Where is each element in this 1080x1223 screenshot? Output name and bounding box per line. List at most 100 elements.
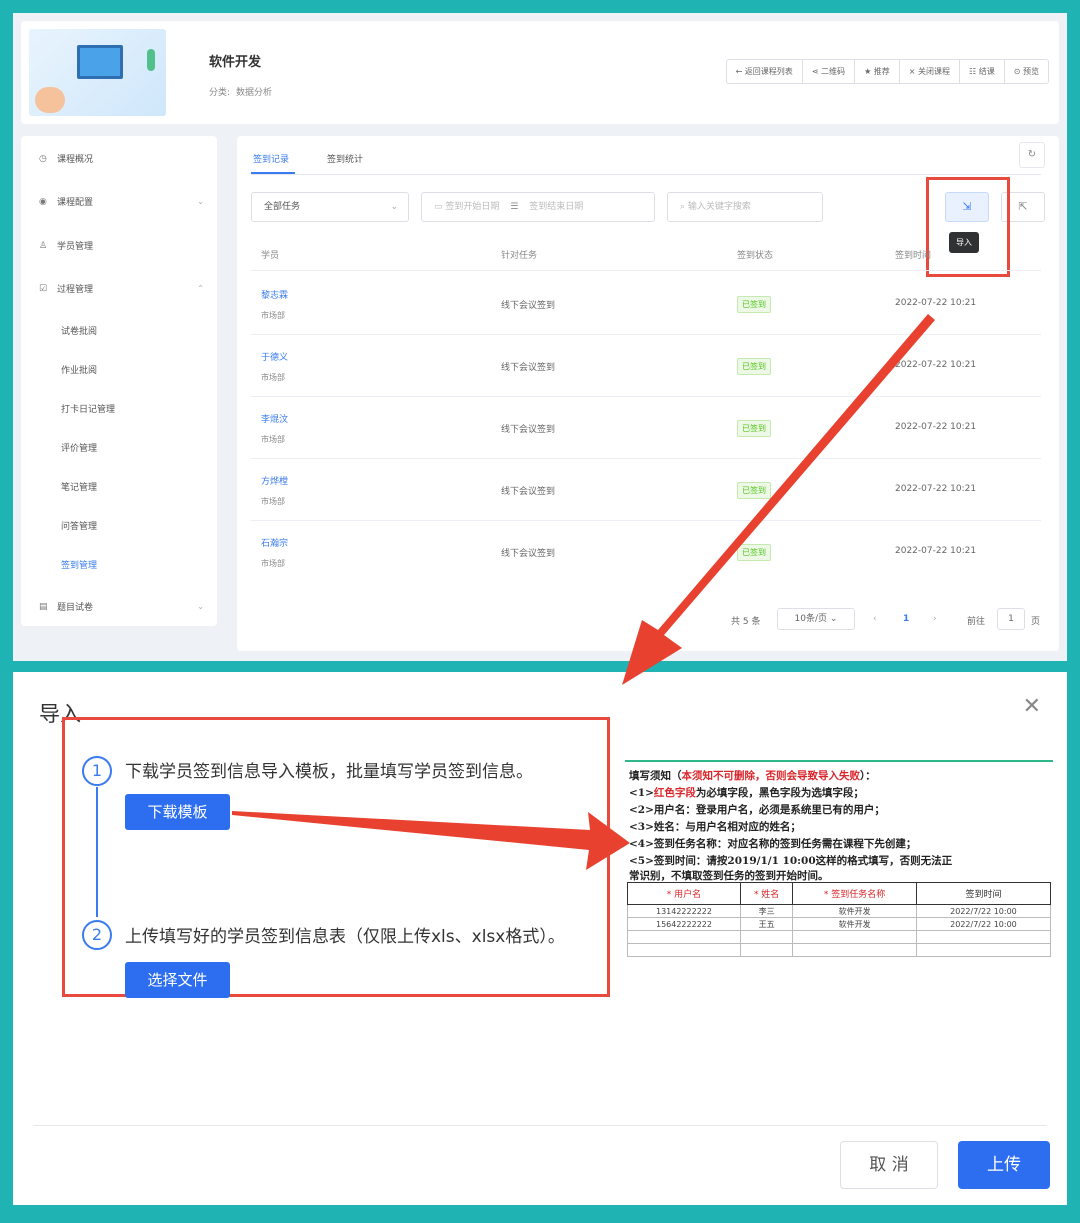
template-cell: 软件开发 [792,904,917,918]
recommend-button[interactable]: ★ 推荐 [854,60,899,83]
tab-checkin-stats[interactable]: 签到统计 [327,152,363,165]
goto-label: 前往 [967,617,986,627]
sidebar-item-label: 课程概况 [57,155,94,165]
sidebar-sub-exam-review[interactable]: 试卷批阅 [61,324,97,337]
template-row [627,943,1052,957]
category-label: 分类: [209,88,231,98]
notice-warning: 本须知不可删除，否则会导致导入失败 [681,770,861,782]
template-header: * 姓名 [739,882,794,905]
time-cell: 2022-07-22 10:21 [895,484,977,494]
template-rule-4: <4>签到任务名称：对应名称的签到任务需在课程下先创建； [629,838,917,850]
sidebar-item-students[interactable]: ♙ 学员管理 [39,239,204,253]
sidebar-item-overview[interactable]: ◷ 课程概况 [39,152,204,166]
task-cell: 线下会议签到 [501,425,556,435]
sidebar-item-label: 学员管理 [57,242,94,252]
upload-button[interactable]: 上传 [958,1141,1050,1189]
template-row: 15642222222 王五 软件开发 2022/7/22 10:00 [627,917,1052,931]
tab-checkin-records[interactable]: 签到记录 [253,152,289,165]
status-badge: 已签到 [737,296,771,313]
page-size-select[interactable]: 10条/页 ⌄ [777,608,855,630]
step-2-text: 上传填写好的学员签到信息表（仅限上传xls、xlsx格式）。 [125,927,565,947]
student-name-link[interactable]: 于德义 [261,350,288,363]
task-cell: 线下会议签到 [501,487,556,497]
student-name-link[interactable]: 黎志霖 [261,288,288,301]
step-connector [96,787,98,917]
page-suffix: 页 [1031,617,1041,627]
current-page[interactable]: 1 [903,614,909,624]
qrcode-button[interactable]: ⋖ 二维码 [801,60,854,83]
tab-divider [251,174,1041,175]
export-icon: ⇱ [1018,200,1028,213]
checkin-panel: 签到记录 签到统计 ↻ 全部任务 ⌄ ▭ 签到开始日期 ☰ 签到结束日期 ⌕ 输… [237,136,1059,651]
column-header-student: 学员 [261,251,280,261]
chevron-down-icon: ⌄ [390,202,398,212]
row-divider [251,396,1041,397]
column-header-status: 签到状态 [737,251,774,261]
next-page-icon[interactable]: › [933,614,937,624]
search-input[interactable]: ⌕ 输入关键字搜索 [667,192,823,222]
template-notice: 填写须知（本须知不可删除，否则会导致导入失败）： [629,768,876,783]
prev-page-icon[interactable]: ‹ [873,614,877,624]
course-action-bar: ← 返回课程列表 ⋖ 二维码 ★ 推荐 × 关闭课程 ☷ 结课 ⊙ 预览 [725,59,1049,84]
import-dialog: 导入 ✕ 1 下载学员签到信息导入模板，批量填写学员签到信息。 下载模板 2 上… [13,672,1067,1205]
preview-button[interactable]: ⊙ 预览 [1003,60,1048,83]
close-icon[interactable]: ✕ [1023,694,1041,719]
student-name-link[interactable]: 方烨樘 [261,474,288,487]
sidebar-item-config[interactable]: ◉ 课程配置 ⌄ [39,195,204,209]
student-name-link[interactable]: 李焜汶 [261,412,288,425]
template-cell: 2022/7/22 10:00 [915,917,1052,931]
sidebar: ◷ 课程概况 ◉ 课程配置 ⌄ ♙ 学员管理 ☑ 过程管理 ⌃ 试卷批阅 作业批… [21,136,217,626]
column-header-time: 签到时间 [895,251,932,261]
download-template-button[interactable]: 下载模板 [125,794,230,830]
date-start-placeholder: 签到开始日期 [445,202,500,212]
template-header: 签到时间 [915,882,1052,905]
clock-icon: ◷ [39,153,47,164]
table-divider [251,270,1041,271]
goto-page-input[interactable]: 1 [997,608,1025,630]
close-course-button[interactable]: × 关闭课程 [898,60,959,83]
sidebar-sub-notes[interactable]: 笔记管理 [61,480,97,493]
sidebar-sub-evaluation[interactable]: 评价管理 [61,441,97,454]
import-highlight-box [926,177,1010,277]
finish-course-button[interactable]: ☷ 结课 [959,60,1004,83]
column-header-task: 针对任务 [501,251,538,261]
date-range-picker[interactable]: ▭ 签到开始日期 ☰ 签到结束日期 [421,192,655,222]
template-row [627,930,1052,944]
template-row: 13142222222 李三 软件开发 2022/7/22 10:00 [627,904,1052,918]
sidebar-item-questions[interactable]: ▤ 题目试卷 ⌄ [39,600,204,614]
search-placeholder: 输入关键字搜索 [687,202,751,212]
status-badge: 已签到 [737,544,771,561]
select-file-button[interactable]: 选择文件 [125,962,230,998]
course-category: 分类: 数据分析 [209,85,272,98]
template-cell: 13142222222 [627,904,741,918]
status-badge: 已签到 [737,358,771,375]
page-size-value: 10条/页 [794,614,828,624]
task-cell: 线下会议签到 [501,549,556,559]
student-name-link[interactable]: 石瀚宗 [261,536,288,549]
monitor-illustration [77,45,123,79]
status-badge: 已签到 [737,482,771,499]
template-cell: 15642222222 [627,917,741,931]
back-to-list-button[interactable]: ← 返回课程列表 [727,60,802,83]
sidebar-sub-checkin[interactable]: 签到管理 [61,558,97,571]
time-cell: 2022-07-22 10:21 [895,360,977,370]
template-cell: 软件开发 [792,917,917,931]
time-cell: 2022-07-22 10:21 [895,422,977,432]
dialog-footer-divider [33,1125,1047,1126]
sidebar-item-process[interactable]: ☑ 过程管理 ⌃ [39,282,204,296]
sidebar-sub-homework-review[interactable]: 作业批阅 [61,363,97,376]
active-tab-indicator [251,172,295,174]
refresh-button[interactable]: ↻ [1019,142,1045,168]
template-cell: 2022/7/22 10:00 [915,904,1052,918]
template-rule-2: <2>用户名：登录用户名，必须是系统里已有的用户； [629,804,885,816]
template-header: * 签到任务名称 [792,882,917,905]
cancel-button[interactable]: 取 消 [840,1141,938,1189]
task-select-value: 全部任务 [264,202,301,212]
sidebar-sub-qa[interactable]: 问答管理 [61,519,97,532]
sidebar-sub-diary[interactable]: 打卡日记管理 [61,402,115,415]
time-cell: 2022-07-22 10:21 [895,546,977,556]
hand-illustration [35,87,65,113]
template-rule-5b: 常识别，不填取签到任务的签到开始时间。 [629,870,829,882]
task-select[interactable]: 全部任务 ⌄ [251,192,409,222]
target-icon: ◉ [39,196,47,207]
